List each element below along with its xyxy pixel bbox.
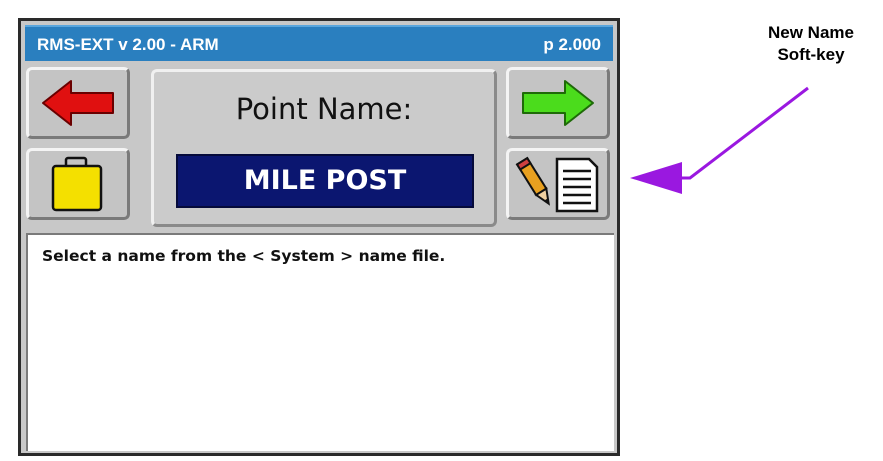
callout-arrow-icon (630, 86, 809, 194)
